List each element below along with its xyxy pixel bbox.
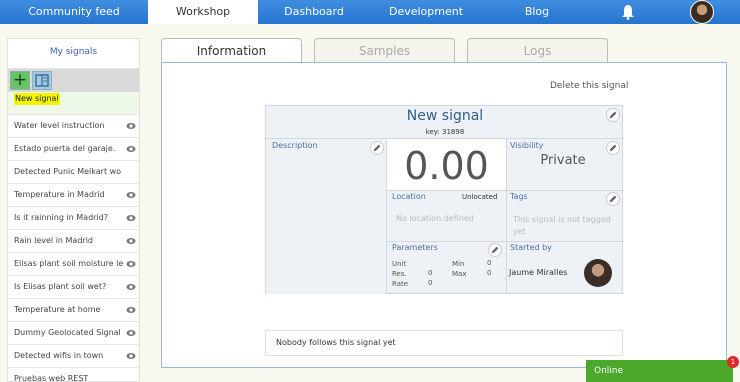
edit-name-pencil-icon[interactable] [606, 108, 620, 122]
edit-tags-pencil-icon[interactable] [606, 192, 620, 206]
user-avatar[interactable] [690, 0, 714, 24]
signal-list-item[interactable]: Detected Punic Melkart wo [8, 161, 139, 184]
res-label: Res. [392, 270, 407, 278]
nav-tab-development[interactable]: Development [370, 0, 482, 24]
signal-list-item[interactable]: Is Elisas plant soil wet? [8, 276, 139, 299]
signal-list-item[interactable]: Rain level in Madrid [8, 230, 139, 253]
online-chat-bar[interactable]: Online [586, 360, 733, 382]
signal-list-item-label: Water level instruction [14, 121, 105, 130]
signal-list: New signal Water level instruction Estado … [8, 92, 139, 382]
signal-key: key: 31898 [425, 128, 465, 136]
nav-tab-community-feed[interactable]: Community feed [0, 0, 148, 24]
bell-icon[interactable] [620, 4, 636, 20]
edit-parameters-pencil-icon[interactable] [488, 243, 502, 257]
signal-value: 0.00 [404, 144, 489, 188]
eye-icon[interactable] [126, 328, 136, 338]
eye-icon[interactable] [126, 190, 136, 200]
tab-samples[interactable]: Samples [314, 38, 455, 62]
signal-list-item-label: Estado puerta del garaje. [14, 144, 116, 153]
signal-list-item[interactable]: Pruebas web REST [8, 368, 139, 382]
eye-icon[interactable] [126, 305, 136, 315]
chat-notification-badge[interactable]: 1 [727, 356, 739, 368]
location-label: Location [392, 192, 426, 201]
signal-list-item[interactable]: Detected wifis in town [8, 345, 139, 368]
signal-card: New signal key: 31898 Description 0.00 V… [265, 105, 624, 294]
nav-tab-dashboard[interactable]: Dashboard [258, 0, 370, 24]
eye-icon[interactable] [126, 121, 136, 131]
started-by-name[interactable]: Jaume Miralles [509, 268, 567, 277]
card-divider [506, 138, 507, 294]
eye-icon[interactable] [126, 282, 136, 292]
eye-icon[interactable] [126, 144, 136, 154]
followers-box: Nobody follows this signal yet [265, 330, 623, 356]
nav-tab-blog[interactable]: Blog [482, 0, 592, 24]
rate-value: 0 [428, 279, 433, 287]
edit-visibility-pencil-icon[interactable] [606, 141, 620, 155]
sidebar-toolbar: + [8, 69, 139, 92]
online-label: Online [594, 366, 624, 376]
signal-list-item-label: Elisas plant soil moisture le [14, 259, 124, 268]
tags-label: Tags [510, 192, 528, 201]
add-signal-button[interactable]: + [10, 71, 30, 90]
min-value: 0 [487, 259, 492, 267]
top-navigation: Community feed Workshop Dashboard Develo… [0, 0, 740, 24]
eye-icon[interactable] [126, 259, 136, 269]
signal-list-item[interactable]: Temperature in Madrid [8, 184, 139, 207]
eye-icon[interactable] [126, 213, 136, 223]
signal-list-item[interactable]: Water level instruction [8, 115, 139, 138]
signal-name: New signal [406, 108, 484, 124]
rate-label: Rate [392, 280, 409, 288]
nav-tab-workshop[interactable]: Workshop [148, 0, 258, 24]
followers-text: Nobody follows this signal yet [276, 338, 396, 347]
signal-list-item[interactable]: Temperature at home [8, 299, 139, 322]
signal-list-item-label: Is Elisas plant soil wet? [14, 282, 107, 291]
res-value: 0 [428, 269, 433, 277]
signal-list-item-label: Dummy Geolocated Signal [14, 328, 121, 337]
creator-avatar[interactable] [584, 259, 612, 287]
edit-description-pencil-icon[interactable] [370, 141, 384, 155]
min-label: Min [452, 260, 465, 268]
sidebar-title: My signals [8, 39, 139, 69]
signal-list-item[interactable]: Estado puerta del garaje. [8, 138, 139, 161]
tags-hint: This signal is not tagged yet [513, 215, 611, 236]
signal-list-item-label: Detected Punic Melkart wo [14, 167, 122, 176]
signal-list-item-label: Pruebas web REST [14, 374, 89, 382]
signal-list-item-label: Detected wifis in town [14, 351, 104, 360]
eye-icon[interactable] [126, 236, 136, 246]
eye-icon[interactable] [126, 351, 136, 361]
max-value: 0 [487, 269, 492, 277]
description-cell [266, 139, 386, 294]
unit-label: Unit [392, 260, 407, 268]
parameters-label: Parameters [392, 243, 438, 252]
signal-list-item-label: New signal [14, 93, 60, 105]
signal-list-item[interactable]: Is it rainning in Madrid? [8, 207, 139, 230]
signal-list-item-label: Temperature in Madrid [14, 190, 105, 199]
list-icon [35, 74, 49, 87]
visibility-value: Private [540, 153, 586, 168]
card-divider [386, 241, 624, 242]
max-label: Max [452, 270, 467, 278]
tab-logs[interactable]: Logs [467, 38, 608, 62]
signal-list-item[interactable]: Dummy Geolocated Signal [8, 322, 139, 345]
delete-signal-link[interactable]: Delete this signal [550, 81, 628, 91]
location-status: Unlocated [462, 193, 498, 201]
signal-list-item-label: Temperature at home [14, 305, 101, 314]
visibility-label: Visibility [510, 141, 544, 150]
signals-sidebar: My signals + New signal Water level instr… [7, 38, 140, 382]
card-divider [386, 190, 624, 191]
list-view-button[interactable] [32, 71, 52, 90]
signal-list-item[interactable]: Elisas plant soil moisture le [8, 253, 139, 276]
location-hint: No location defined [396, 214, 474, 223]
started-by-label: Started by [510, 243, 552, 252]
signal-list-item-label: Rain level in Madrid [14, 236, 93, 245]
signal-list-item[interactable]: New signal [8, 92, 139, 115]
description-label: Description [272, 141, 318, 150]
tab-information[interactable]: Information [161, 38, 302, 64]
signal-list-item-label: Is it rainning in Madrid? [14, 213, 108, 222]
